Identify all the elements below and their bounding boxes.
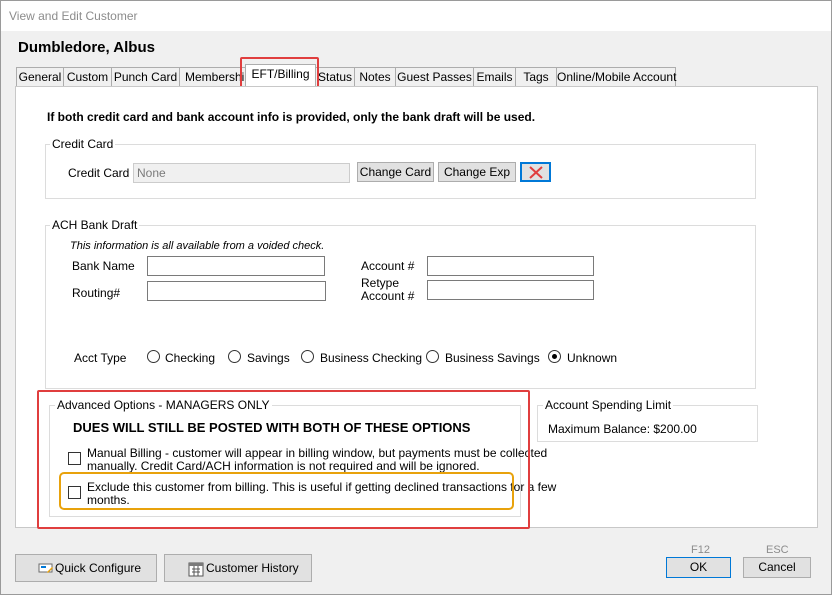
cancel-button[interactable]: Cancel [743,557,811,578]
advanced-options-label: Advanced Options - MANAGERS ONLY [55,398,272,412]
routing-input[interactable] [147,281,326,301]
radio-business-checking[interactable] [301,350,314,363]
tab-notes[interactable]: Notes [354,67,396,86]
account-input[interactable] [427,256,594,276]
dues-warning: DUES WILL STILL BE POSTED WITH BOTH OF T… [73,420,471,435]
calendar-history-icon [188,562,204,577]
radio-business-savings[interactable] [426,350,439,363]
retype-account-input[interactable] [427,280,594,300]
radio-checking[interactable] [147,350,160,363]
quick-configure-button[interactable]: Quick Configure [15,554,157,582]
tab-eft-billing[interactable]: EFT/Billing [245,64,316,87]
bank-name-input[interactable] [147,256,325,276]
exclude-billing-checkbox[interactable] [68,486,81,499]
bank-name-label: Bank Name [72,259,135,273]
manual-billing-text-1[interactable]: Manual Billing - customer will appear in… [87,446,547,460]
customer-name: Dumbledore, Albus [18,39,155,56]
routing-label: Routing# [72,286,121,300]
exclude-billing-text-1[interactable]: Exclude this customer from billing. This… [87,480,556,494]
max-balance-text: Maximum Balance: $200.00 [548,422,697,436]
customer-history-label: Customer History [206,561,299,575]
title-bar: View and Edit Customer [0,0,832,31]
radio-unknown[interactable] [548,350,561,363]
ok-button[interactable]: OK [666,557,731,578]
change-exp-button[interactable]: Change Exp [438,162,516,182]
radio-checking-label[interactable]: Checking [165,351,215,365]
tab-tags[interactable]: Tags [515,67,557,86]
account-label: Account # [361,259,415,273]
credit-card-field: None [133,163,350,183]
manual-billing-checkbox[interactable] [68,452,81,465]
spending-limit-label: Account Spending Limit [543,398,674,412]
cancel-shortcut-hint: ESC [766,544,789,556]
delete-x-icon [529,166,543,179]
quick-configure-label: Quick Configure [55,561,142,575]
manual-billing-text-2[interactable]: manually. Credit Card/ACH information is… [87,459,480,473]
acct-type-label: Acct Type [74,351,127,365]
credit-card-label: Credit Card [68,166,130,180]
retype-label-line1: Retype [361,276,400,290]
radio-savings[interactable] [228,350,241,363]
tab-general[interactable]: General [16,67,64,86]
voided-check-hint: This information is all available from a… [70,240,325,252]
tab-online-mobile-account[interactable]: Online/Mobile Account [556,67,676,86]
credit-card-group-label: Credit Card [50,137,116,151]
delete-card-button[interactable] [520,162,551,182]
tab-custom[interactable]: Custom [63,67,112,86]
ach-group-label: ACH Bank Draft [50,218,140,232]
radio-savings-label[interactable]: Savings [247,351,290,365]
exclude-billing-text-2[interactable]: months. [87,493,130,507]
tab-status[interactable]: Status [315,67,355,86]
window-title: View and Edit Customer [9,9,138,23]
customer-history-button[interactable]: Customer History [164,554,312,582]
radio-unknown-label[interactable]: Unknown [567,351,617,365]
retype-label-line2: Account # [361,289,415,303]
quick-configure-icon [38,563,53,573]
bank-draft-notice: If both credit card and bank account inf… [47,110,536,124]
tab-guest-passes[interactable]: Guest Passes [395,67,474,86]
tab-emails[interactable]: Emails [473,67,516,86]
ok-shortcut-hint: F12 [691,544,710,556]
radio-business-checking-label[interactable]: Business Checking [320,351,422,365]
tab-punch-card[interactable]: Punch Card [111,67,180,86]
change-card-button[interactable]: Change Card [357,162,434,182]
radio-business-savings-label[interactable]: Business Savings [445,351,540,365]
